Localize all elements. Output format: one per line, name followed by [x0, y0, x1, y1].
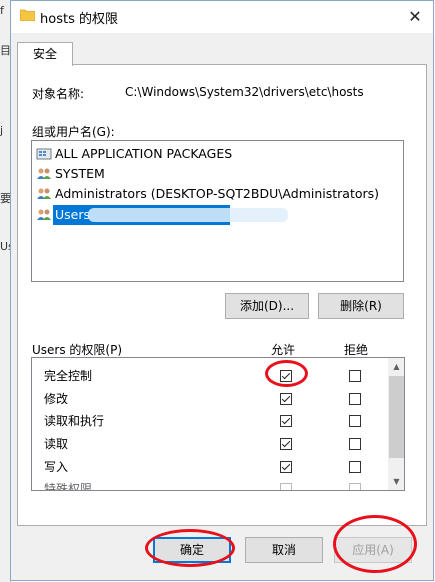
deny-checkbox[interactable]	[349, 370, 361, 382]
object-name-value: C:\Windows\System32\drivers\etc\hosts	[125, 85, 364, 99]
annotation-circle-apply	[333, 515, 417, 573]
annotation-circle-full-control	[265, 360, 308, 387]
permission-name: 特殊权限	[44, 482, 93, 491]
close-icon: ✕	[408, 7, 422, 26]
redaction-blur	[88, 208, 288, 222]
annotation-circle-ok	[145, 529, 235, 567]
background-text: f	[0, 4, 4, 17]
cancel-button[interactable]: 取消	[245, 537, 323, 563]
scroll-down-icon[interactable]: ▼	[388, 473, 404, 490]
deny-checkbox[interactable]	[349, 461, 361, 473]
permission-name: 读取和执行	[44, 414, 105, 428]
permission-row: 写入	[44, 456, 68, 478]
object-name-label: 对象名称:	[32, 87, 85, 101]
users-group-icon	[37, 168, 51, 179]
scrollbar-thumb[interactable]	[389, 376, 404, 458]
deny-checkbox[interactable]	[349, 415, 361, 427]
group-user-list[interactable]: ALL APPLICATION PACKAGES SYSTEM Administ…	[31, 140, 404, 282]
deny-checkbox[interactable]	[349, 393, 361, 405]
close-button[interactable]: ✕	[397, 1, 433, 33]
allow-column-header: 允许	[271, 343, 296, 357]
background-text: j	[0, 124, 4, 137]
permission-row: 特殊权限	[44, 478, 93, 491]
allow-checkbox[interactable]	[280, 483, 292, 490]
list-item-label: ALL APPLICATION PACKAGES	[55, 146, 233, 161]
users-group-icon	[37, 188, 51, 199]
deny-checkbox[interactable]	[349, 438, 361, 450]
app-packages-icon	[36, 148, 52, 160]
deny-checkbox[interactable]	[349, 483, 361, 490]
permissions-dialog: hosts 的权限 ✕ 安全 对象名称: C:\Windows\System32…	[10, 0, 434, 581]
list-item-label: SYSTEM	[55, 166, 105, 181]
tab-security[interactable]: 安全	[17, 42, 73, 66]
allow-checkbox[interactable]	[280, 415, 292, 427]
permission-row: 读取	[44, 433, 68, 455]
permission-row: 修改	[44, 388, 68, 410]
remove-button[interactable]: 删除(R)	[318, 293, 404, 319]
folder-icon	[20, 9, 35, 21]
permission-name: 完全控制	[44, 369, 93, 383]
allow-checkbox[interactable]	[280, 438, 292, 450]
permissions-list[interactable]: 完全控制 修改 读取和执行 读取 写入 特殊权限 ▲ ▼	[31, 357, 405, 491]
users-group-icon	[37, 209, 51, 220]
permissions-label: Users 的权限(P)	[32, 343, 123, 357]
permission-name: 读取	[44, 437, 69, 451]
list-item-label: Administrators (DESKTOP-SQT2BDU\Administ…	[55, 186, 380, 201]
permission-row: 完全控制	[44, 365, 92, 387]
permission-row: 读取和执行	[44, 410, 104, 432]
permissions-scrollbar[interactable]: ▲ ▼	[388, 358, 404, 490]
deny-column-header: 拒绝	[344, 343, 369, 357]
groups-label: 组或用户名(G):	[32, 125, 115, 139]
permission-name: 写入	[44, 460, 69, 474]
window-title: hosts 的权限	[40, 12, 118, 27]
allow-checkbox[interactable]	[280, 393, 292, 405]
title-bar[interactable]: hosts 的权限 ✕	[11, 1, 433, 33]
permission-name: 修改	[44, 392, 69, 406]
scroll-up-icon[interactable]: ▲	[388, 358, 404, 375]
allow-checkbox[interactable]	[280, 461, 292, 473]
add-button[interactable]: 添加(D)...	[225, 293, 309, 319]
